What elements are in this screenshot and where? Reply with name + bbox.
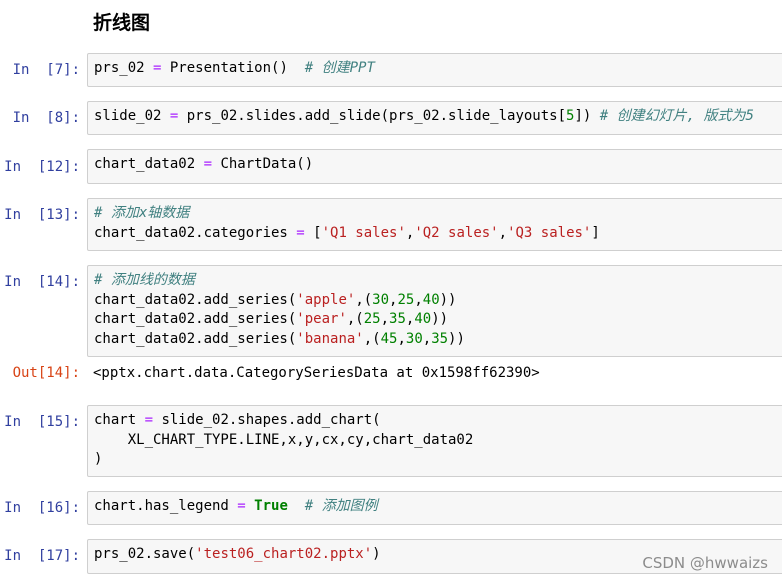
- cell-output: <pptx.chart.data.CategorySeriesData at 0…: [93, 365, 540, 381]
- code-token: =: [296, 224, 305, 241]
- code-token: 25: [363, 311, 381, 327]
- code-token: 'Q3 sales': [507, 224, 592, 241]
- code-token: slide_02: [94, 108, 170, 124]
- code-token: chart.has_legend: [94, 498, 238, 514]
- code-line: chart.has_legend = True # 添加图例: [94, 497, 780, 517]
- code-token: ,(: [355, 291, 373, 308]
- code-token: ,: [397, 330, 406, 347]
- watermark: CSDN @hwwaizs: [642, 554, 768, 572]
- code-token: chart_data02.add_series(: [94, 311, 297, 327]
- code-token: 35: [389, 311, 406, 327]
- code-token: [: [304, 224, 322, 241]
- code-token: slide_02.shapes.add_chart(: [153, 412, 381, 428]
- code-cell[interactable]: slide_02 = prs_02.slides.add_slide(prs_0…: [87, 101, 782, 135]
- code-cell[interactable]: # 添加x轴数据 chart_data02.categories = ['Q1 s…: [87, 198, 782, 251]
- prompt-in: In [15]:: [4, 414, 80, 430]
- code-token: )): [439, 291, 457, 308]
- code-token: 45: [380, 330, 398, 347]
- code-token: 40: [422, 291, 440, 308]
- code-line: slide_02 = prs_02.slides.add_slide(prs_0…: [94, 107, 780, 127]
- code-token: =: [203, 156, 213, 172]
- code-token: prs_02.save(: [94, 546, 196, 562]
- code-line: chart_data02.add_series('banana',(45,30,…: [94, 330, 780, 350]
- code-line: chart_data02 = ChartData(): [94, 155, 780, 175]
- code-token: 'pear': [296, 311, 347, 327]
- code-token: XL_CHART_TYPE.LINE,x,y,cx,cy,chart_data0…: [94, 431, 474, 448]
- code-token: # 添加x轴数据: [94, 205, 190, 221]
- code-line: XL_CHART_TYPE.LINE,x,y,cx,cy,chart_data0…: [94, 431, 780, 451]
- code-token: chart: [94, 412, 145, 428]
- code-token: 'Q2 sales': [414, 224, 499, 241]
- code-token: 'Q1 sales': [321, 224, 406, 241]
- code-token: )): [448, 330, 465, 347]
- prompt-in: In [17]:: [4, 548, 80, 564]
- prompt-in: In [14]:: [4, 274, 80, 290]
- code-token: 35: [431, 330, 449, 347]
- code-token: ): [94, 451, 103, 467]
- code-token: =: [237, 498, 246, 514]
- code-token: 'test06_chart02.pptx': [195, 546, 373, 562]
- prompt-in: In [12]:: [4, 159, 80, 175]
- code-line: prs_02 = Presentation() # 创建PPT: [94, 59, 780, 79]
- code-token: ,(: [346, 311, 364, 327]
- code-token: chart_data02.add_series(: [94, 330, 297, 347]
- code-token: 30: [405, 330, 423, 347]
- code-token: ,: [422, 330, 432, 347]
- code-line: ): [94, 450, 780, 470]
- prompt-in: In [8]:: [12, 110, 80, 126]
- code-token: chart_data02.add_series(: [94, 291, 297, 308]
- code-token: ,: [498, 224, 508, 241]
- prompt-in: In [7]:: [12, 62, 80, 78]
- prompt-in: In [13]:: [4, 207, 80, 223]
- code-token: 'banana': [296, 330, 364, 347]
- code-token: chart_data02.categories: [94, 224, 297, 241]
- code-token: )): [431, 311, 449, 327]
- prompt-in: In [16]:: [4, 500, 80, 516]
- code-cell[interactable]: chart.has_legend = True # 添加图例: [87, 491, 782, 525]
- code-token: prs_02: [94, 60, 154, 76]
- code-token: 'apple': [296, 291, 356, 308]
- code-token: ]: [591, 224, 600, 241]
- code-line: chart_data02.add_series('apple',(30,25,4…: [94, 291, 780, 311]
- code-token: 25: [397, 291, 415, 308]
- code-token: ,: [380, 311, 390, 327]
- code-line: chart = slide_02.shapes.add_chart(: [94, 411, 780, 431]
- code-token: # 创建幻灯片, 版式为5: [599, 108, 754, 124]
- code-cell[interactable]: chart_data02 = ChartData(): [87, 149, 782, 184]
- code-token: chart_data02: [94, 156, 204, 172]
- code-token: True: [254, 498, 288, 514]
- code-token: ChartData(): [212, 156, 314, 172]
- code-line: # 添加x轴数据: [94, 204, 780, 224]
- code-line: chart_data02.add_series('pear',(25,35,40…: [94, 310, 780, 330]
- code-cell[interactable]: # 添加线的数据 chart_data02.add_series('apple',…: [87, 265, 782, 357]
- code-token: ): [372, 546, 381, 562]
- code-line: chart_data02.categories = ['Q1 sales','Q…: [94, 224, 780, 244]
- code-token: ,: [414, 291, 423, 308]
- code-token: Presentation(): [161, 60, 305, 76]
- code-token: 40: [414, 311, 432, 327]
- section-heading: 折线图: [93, 12, 151, 34]
- code-token: # 添加图例: [304, 498, 378, 514]
- code-cell[interactable]: chart = slide_02.shapes.add_chart( XL_CH…: [87, 405, 782, 477]
- code-token: # 添加线的数据: [94, 272, 195, 288]
- prompt-out: Out[14]:: [12, 365, 80, 381]
- code-cell[interactable]: prs_02 = Presentation() # 创建PPT: [87, 53, 782, 87]
- code-token: 30: [372, 291, 390, 308]
- code-token: ,(: [363, 330, 381, 347]
- code-token: # 创建PPT: [304, 60, 375, 76]
- code-token: prs_02.slides.add_slide(prs_02.slide_lay…: [178, 108, 567, 124]
- code-token: =: [144, 412, 154, 428]
- code-token: ]): [574, 108, 600, 124]
- code-line: # 添加线的数据: [94, 271, 780, 291]
